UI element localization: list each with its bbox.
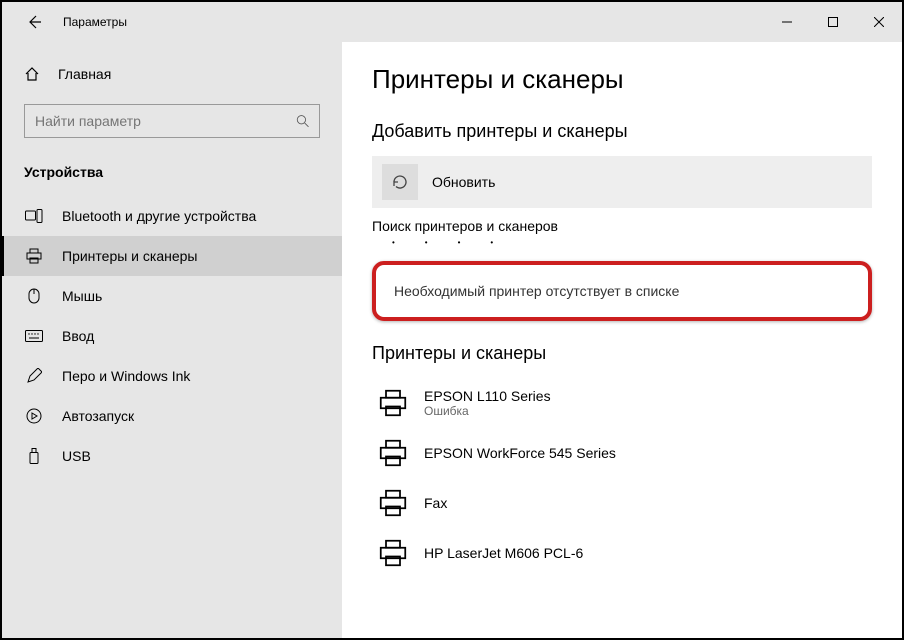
missing-printer-label: Необходимый принтер отсутствует в списке — [394, 283, 679, 299]
sidebar: Главная Устройства Bluetooth и другие ус… — [2, 42, 342, 638]
printer-name: HP LaserJet M606 PCL-6 — [424, 545, 583, 561]
progress-dots: •••• — [372, 238, 872, 247]
sidebar-item-bluetooth[interactable]: Bluetooth и другие устройства — [2, 196, 342, 236]
printer-icon — [376, 536, 410, 570]
minimize-button[interactable] — [764, 6, 810, 38]
sidebar-item-label: Автозапуск — [62, 408, 134, 424]
close-button[interactable] — [856, 6, 902, 38]
home-label: Главная — [58, 66, 111, 82]
sidebar-item-usb[interactable]: USB — [2, 436, 342, 476]
home-nav[interactable]: Главная — [2, 56, 342, 92]
printer-item[interactable]: EPSON L110 Series Ошибка — [372, 378, 872, 428]
printer-name: EPSON WorkForce 545 Series — [424, 445, 616, 461]
refresh-icon — [391, 173, 409, 191]
refresh-row[interactable]: Обновить — [372, 156, 872, 208]
sidebar-item-label: Bluetooth и другие устройства — [62, 208, 256, 224]
printer-name: Fax — [424, 495, 447, 511]
sidebar-item-printers[interactable]: Принтеры и сканеры — [2, 236, 342, 276]
page-title: Принтеры и сканеры — [372, 64, 872, 95]
sidebar-item-label: Принтеры и сканеры — [62, 248, 197, 264]
maximize-icon — [828, 17, 838, 27]
refresh-label: Обновить — [432, 174, 495, 190]
printer-icon — [376, 436, 410, 470]
printer-icon — [376, 486, 410, 520]
printer-icon — [376, 386, 410, 420]
add-section-heading: Добавить принтеры и сканеры — [372, 121, 872, 142]
window-title: Параметры — [63, 15, 127, 29]
printer-name: EPSON L110 Series — [424, 388, 551, 404]
window-controls — [764, 6, 902, 38]
keyboard-icon — [24, 330, 44, 342]
sidebar-item-label: Мышь — [62, 288, 102, 304]
sidebar-item-label: USB — [62, 448, 91, 464]
sidebar-item-typing[interactable]: Ввод — [2, 316, 342, 356]
sidebar-item-label: Ввод — [62, 328, 94, 344]
maximize-button[interactable] — [810, 6, 856, 38]
sidebar-section-title: Устройства — [2, 156, 342, 196]
main-content: Принтеры и сканеры Добавить принтеры и с… — [342, 42, 902, 638]
back-arrow-icon — [26, 14, 42, 30]
sidebar-item-mouse[interactable]: Мышь — [2, 276, 342, 316]
printer-item[interactable]: Fax — [372, 478, 872, 528]
minimize-icon — [782, 17, 792, 27]
usb-icon — [24, 448, 44, 464]
search-icon — [296, 114, 309, 128]
titlebar: Параметры — [2, 2, 902, 42]
sidebar-item-pen[interactable]: Перо и Windows Ink — [2, 356, 342, 396]
printers-section-heading: Принтеры и сканеры — [372, 343, 872, 364]
pen-icon — [24, 368, 44, 384]
printer-status: Ошибка — [424, 404, 551, 418]
devices-icon — [24, 209, 44, 223]
printer-item[interactable]: EPSON WorkForce 545 Series — [372, 428, 872, 478]
missing-printer-link[interactable]: Необходимый принтер отсутствует в списке — [372, 261, 872, 321]
home-icon — [24, 66, 40, 82]
sidebar-item-label: Перо и Windows Ink — [62, 368, 190, 384]
printer-item[interactable]: HP LaserJet M606 PCL-6 — [372, 528, 872, 578]
sidebar-item-autoplay[interactable]: Автозапуск — [2, 396, 342, 436]
searching-text: Поиск принтеров и сканеров — [372, 218, 872, 234]
close-icon — [874, 17, 884, 27]
mouse-icon — [24, 288, 44, 304]
search-box[interactable] — [24, 104, 320, 138]
back-button[interactable] — [20, 8, 48, 36]
printer-icon — [24, 248, 44, 264]
refresh-button[interactable] — [382, 164, 418, 200]
autoplay-icon — [24, 408, 44, 424]
search-input[interactable] — [35, 113, 296, 129]
